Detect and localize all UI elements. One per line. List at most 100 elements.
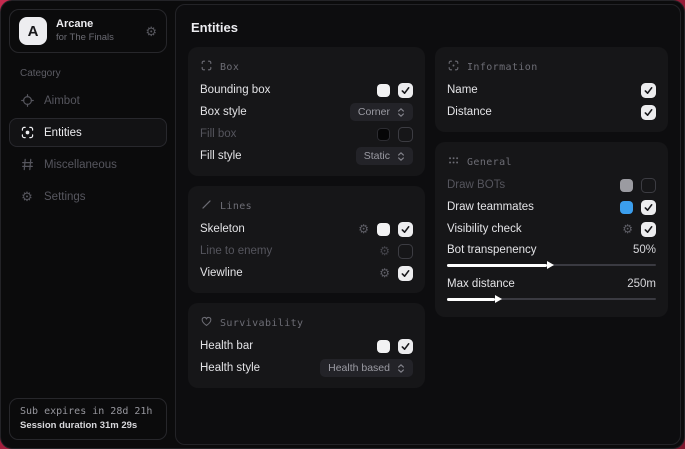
- fill-box-color-swatch[interactable]: [377, 128, 390, 141]
- lines-card: Lines Skeleton ⚙ Line to ene: [188, 186, 425, 293]
- sidebar-item-label: Aimbot: [44, 95, 80, 107]
- general-card: General Draw BOTs Draw teammates: [435, 142, 668, 317]
- viewline-row: Viewline ⚙: [200, 262, 413, 284]
- visibility-check-checkbox[interactable]: [641, 222, 656, 237]
- slider-track[interactable]: [447, 298, 656, 300]
- general-card-header: General: [447, 149, 656, 174]
- bot-transpenency-row: Bot transpenency 50%: [447, 240, 656, 260]
- draw-teammates-color-swatch[interactable]: [620, 201, 633, 214]
- survivability-card-title: Survivability: [220, 318, 303, 329]
- line-to-enemy-checkbox[interactable]: [398, 244, 413, 259]
- draw-teammates-checkbox[interactable]: [641, 200, 656, 215]
- box-style-dropdown[interactable]: Corner: [350, 103, 413, 121]
- bot-transpenency-slider[interactable]: [447, 260, 656, 274]
- health-bar-color-swatch[interactable]: [377, 340, 390, 353]
- viewline-checkbox[interactable]: [398, 266, 413, 281]
- health-style-dropdown[interactable]: Health based: [320, 359, 413, 377]
- draw-bots-checkbox[interactable]: [641, 178, 656, 193]
- skeleton-gear-icon[interactable]: ⚙: [358, 223, 369, 235]
- health-bar-row: Health bar: [200, 335, 413, 357]
- visibility-check-gear-icon[interactable]: ⚙: [622, 223, 633, 235]
- max-distance-slider[interactable]: [447, 294, 656, 308]
- row-label: Box style: [200, 106, 247, 118]
- name-checkbox[interactable]: [641, 83, 656, 98]
- bounding-box-row: Bounding box: [200, 79, 413, 101]
- draw-bots-color-swatch[interactable]: [620, 179, 633, 192]
- draw-bots-row: Draw BOTs: [447, 174, 656, 196]
- scan-eye-icon: [20, 126, 34, 139]
- lines-card-header: Lines: [200, 193, 413, 218]
- sidebar-item-label: Entities: [44, 127, 82, 139]
- app-subtitle: for The Finals: [56, 32, 114, 44]
- bounding-box-checkbox[interactable]: [398, 83, 413, 98]
- fill-style-row: Fill style Static: [200, 145, 413, 167]
- skeleton-checkbox[interactable]: [398, 222, 413, 237]
- box-card-header: Box: [200, 54, 413, 79]
- sidebar-item-miscellaneous[interactable]: Miscellaneous: [9, 150, 167, 179]
- box-icon: [201, 60, 212, 74]
- chevrons-up-down-icon: [397, 363, 405, 374]
- profile-gear-icon[interactable]: ⚙: [145, 25, 157, 38]
- health-bar-checkbox[interactable]: [398, 339, 413, 354]
- slider-fill: [447, 264, 547, 267]
- sidebar-item-settings[interactable]: ⚙ Settings: [9, 182, 167, 211]
- fill-box-checkbox[interactable]: [398, 127, 413, 142]
- dropdown-value: Static: [364, 150, 390, 162]
- row-label: Health style: [200, 362, 260, 374]
- row-label: Bounding box: [200, 84, 270, 96]
- row-label: Health bar: [200, 340, 253, 352]
- distance-checkbox[interactable]: [641, 105, 656, 120]
- left-column: Box Bounding box Box style: [188, 47, 425, 388]
- fill-box-row: Fill box: [200, 123, 413, 145]
- session-duration-text: Session duration 31m 29s: [20, 420, 156, 431]
- name-row: Name: [447, 79, 656, 101]
- max-distance-group: Max distance 250m: [447, 274, 656, 308]
- subscription-card: Sub expires in 28d 21h Session duration …: [9, 398, 167, 440]
- sidebar-item-aimbot[interactable]: Aimbot: [9, 86, 167, 115]
- line-to-enemy-gear-icon[interactable]: ⚙: [379, 245, 390, 257]
- chevrons-up-down-icon: [397, 107, 405, 118]
- card-columns: Box Bounding box Box style: [188, 47, 668, 388]
- main-panel: Entities Box Bounding box: [175, 4, 681, 445]
- sidebar-item-entities[interactable]: Entities: [9, 118, 167, 147]
- bounding-box-color-swatch[interactable]: [377, 84, 390, 97]
- viewline-gear-icon[interactable]: ⚙: [379, 267, 390, 279]
- row-label: Name: [447, 84, 478, 96]
- app-window: A Arcane for The Finals ⚙ Category Aimbo…: [0, 0, 685, 449]
- fill-style-dropdown[interactable]: Static: [356, 147, 413, 165]
- row-label: Bot transpenency: [447, 244, 537, 256]
- row-label: Visibility check: [447, 223, 522, 235]
- information-card-title: Information: [467, 62, 538, 73]
- slider-track[interactable]: [447, 264, 656, 266]
- row-label: Distance: [447, 106, 492, 118]
- draw-teammates-row: Draw teammates: [447, 196, 656, 218]
- box-style-row: Box style Corner: [200, 101, 413, 123]
- slider-thumb[interactable]: [547, 261, 554, 269]
- row-label: Skeleton: [200, 223, 245, 235]
- row-label: Fill box: [200, 128, 236, 140]
- right-column: Information Name Distance: [435, 47, 668, 388]
- bot-transpenency-group: Bot transpenency 50%: [447, 240, 656, 274]
- profile-card: A Arcane for The Finals ⚙: [9, 9, 167, 53]
- sidebar: A Arcane for The Finals ⚙ Category Aimbo…: [1, 1, 175, 448]
- max-distance-row: Max distance 250m: [447, 274, 656, 294]
- hash-icon: [20, 158, 34, 171]
- general-card-title: General: [467, 157, 512, 168]
- information-card-header: Information: [447, 54, 656, 79]
- row-label: Line to enemy: [200, 245, 272, 257]
- distance-row: Distance: [447, 101, 656, 123]
- diagonal-line-icon: [201, 199, 212, 213]
- profile-text: Arcane for The Finals: [56, 18, 114, 44]
- slider-thumb[interactable]: [495, 295, 502, 303]
- sidebar-nav: Aimbot Entities Miscellaneous: [9, 86, 167, 211]
- sidebar-item-label: Settings: [44, 191, 86, 203]
- dropdown-value: Corner: [358, 106, 390, 118]
- row-label: Draw BOTs: [447, 179, 505, 191]
- grid-dots-icon: [448, 155, 459, 169]
- information-card: Information Name Distance: [435, 47, 668, 132]
- skeleton-color-swatch[interactable]: [377, 223, 390, 236]
- info-scan-icon: [448, 60, 459, 74]
- category-label: Category: [20, 68, 167, 79]
- max-distance-value: 250m: [627, 278, 656, 290]
- survivability-card: Survivability Health bar Health style: [188, 303, 425, 388]
